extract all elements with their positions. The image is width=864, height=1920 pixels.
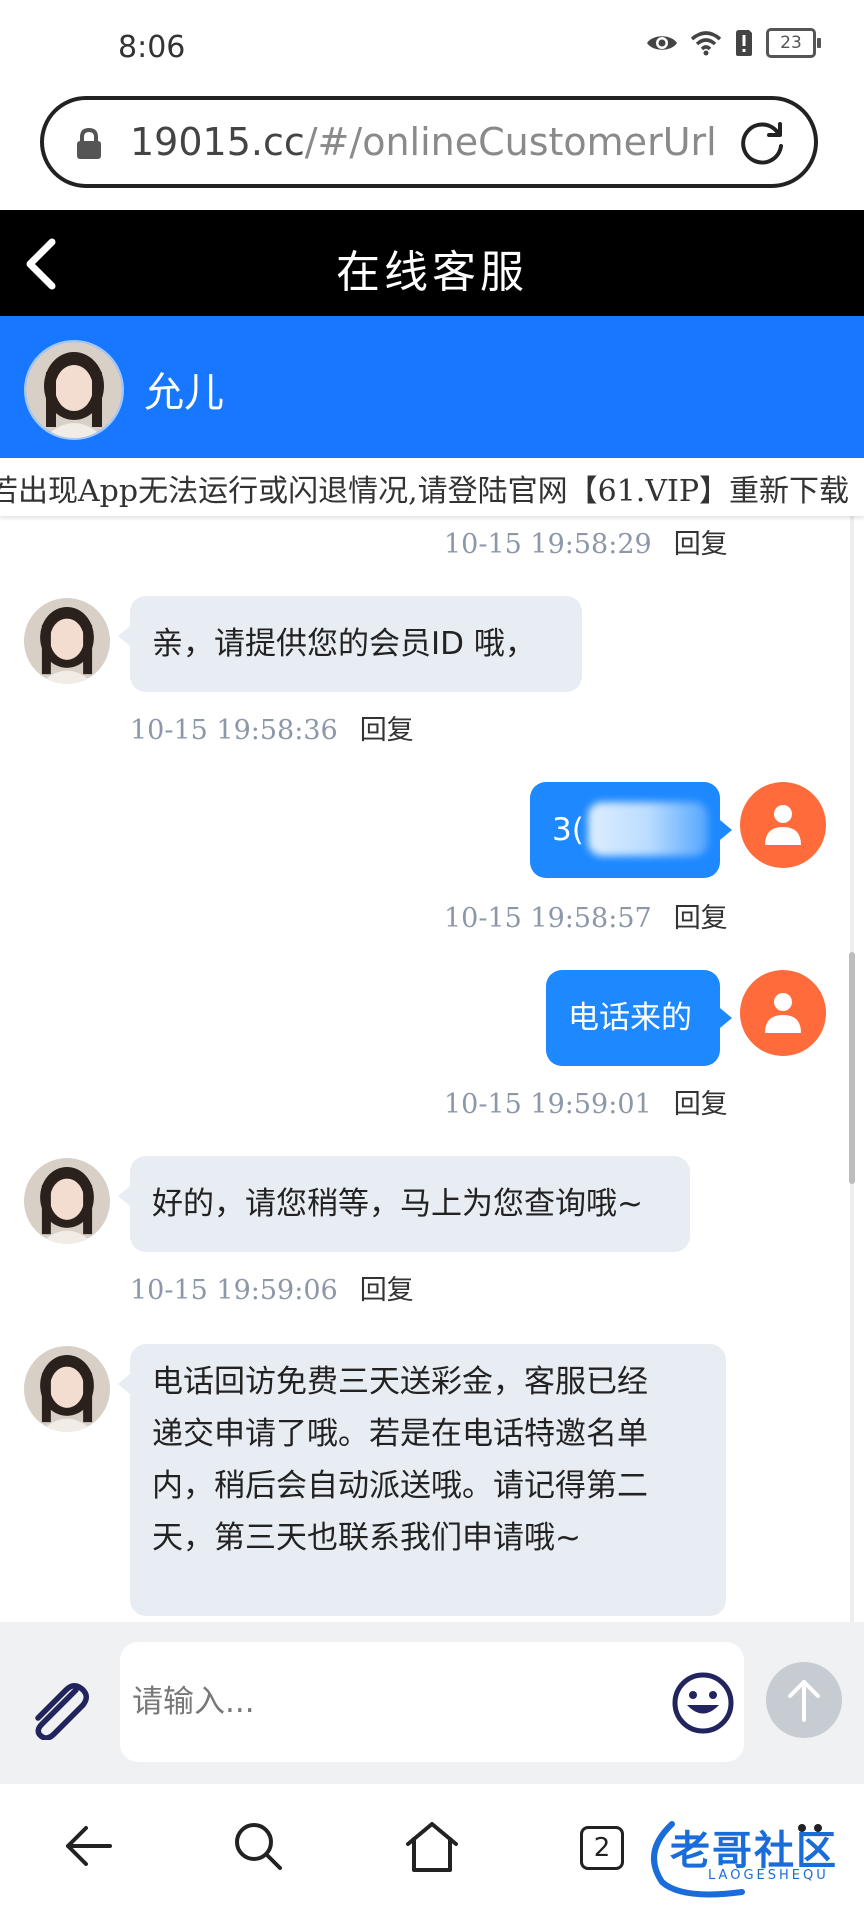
reply-button[interactable]: 回复	[360, 1275, 414, 1306]
redaction-blur	[588, 802, 708, 856]
message-time: 10-15 19:59:06	[130, 1275, 338, 1306]
agent-message-bubble: 亲，请提供您的会员ID 哦，	[118, 596, 582, 692]
watermark-logo: 老哥社区 LAOGESHEQU	[632, 1812, 860, 1898]
eye-icon	[647, 36, 677, 50]
status-time: 8:06	[118, 30, 186, 65]
url-host: 19015.cc	[130, 120, 305, 164]
tabs-button[interactable]: 2	[580, 1826, 624, 1870]
message-time: 10-15 19:58:57	[444, 903, 652, 934]
status-icons: 23	[646, 28, 821, 58]
agent-message-bubble: 好的，请您稍等，马上为您查询哦~	[118, 1156, 690, 1252]
sim-alert-icon	[736, 30, 752, 56]
user-message-text: 3(	[552, 812, 584, 848]
agent-avatar	[24, 1346, 110, 1432]
address-bar[interactable]: 19015.cc/#/onlineCustomerUrl	[40, 96, 818, 188]
message-time: 10-15 19:58:36	[130, 715, 338, 746]
message-line: 天，第三天也联系我们申请哦~	[152, 1520, 581, 1556]
nav-back-icon[interactable]	[62, 1820, 114, 1872]
reply-button[interactable]: 回复	[674, 1089, 728, 1120]
chat-area[interactable]: 10-15 19:58:29 回复 亲，请提供您的会员ID 哦， 10-15 19…	[0, 516, 864, 1622]
reply-button[interactable]: 回复	[674, 903, 728, 934]
message-meta: 10-15 19:59:01 回复	[444, 1082, 728, 1121]
reply-button[interactable]: 回复	[360, 715, 414, 746]
message-meta: 10-15 19:58:36 回复	[130, 708, 414, 747]
home-icon[interactable]	[404, 1820, 460, 1874]
agent-avatar	[24, 340, 124, 440]
agent-name: 允儿	[144, 370, 224, 416]
agent-message-bubble: 电话回访免费三天送彩金，客服已经 递交申请了哦。若是在电话特邀名单 内，稍后会自…	[118, 1344, 726, 1616]
browser-nav-bar: 2 老哥社区 LAOGESHEQU	[0, 1784, 864, 1920]
message-meta: 10-15 19:58:29 回复	[444, 522, 728, 561]
agent-header: 允儿	[0, 316, 864, 458]
message-time: 10-15 19:58:29	[444, 529, 652, 560]
page-header: 在线客服	[0, 210, 864, 316]
scrollbar-thumb[interactable]	[849, 952, 855, 1184]
message-composer	[0, 1622, 864, 1784]
send-button[interactable]	[766, 1662, 842, 1738]
notice-marquee: 若出现App无法运行或闪退情况,请登陆官网【61.VIP】重新下载	[0, 458, 864, 516]
user-message-bubble: 电话来的	[546, 970, 732, 1066]
page-title: 在线客服	[336, 247, 528, 298]
wifi-icon	[690, 31, 722, 56]
url-path: /#/onlineCustomerUrl	[304, 120, 717, 164]
search-icon[interactable]	[232, 1820, 284, 1872]
message-time: 10-15 19:59:01	[444, 1089, 652, 1120]
reload-icon[interactable]	[736, 118, 788, 170]
message-line: 内，稍后会自动派送哦。请记得第二	[152, 1468, 648, 1504]
message-line: 电话回访免费三天送彩金，客服已经	[152, 1364, 648, 1400]
message-input[interactable]	[120, 1642, 744, 1762]
url-text[interactable]: 19015.cc/#/onlineCustomerUrl	[130, 120, 717, 164]
message-meta: 10-15 19:58:57 回复	[444, 896, 728, 935]
battery-indicator: 23	[766, 28, 821, 58]
arrow-up-icon	[788, 1680, 820, 1722]
watermark-subtext: LAOGESHEQU	[708, 1868, 829, 1883]
emoji-icon[interactable]	[672, 1672, 734, 1734]
lock-icon	[77, 128, 101, 159]
paperclip-icon[interactable]	[26, 1680, 92, 1740]
user-avatar	[740, 782, 826, 868]
reply-button[interactable]: 回复	[674, 529, 728, 560]
user-avatar	[740, 970, 826, 1056]
agent-avatar	[24, 598, 110, 684]
message-line: 递交申请了哦。若是在电话特邀名单	[152, 1416, 648, 1452]
agent-avatar	[24, 1158, 110, 1244]
status-bar: 8:06 23	[0, 0, 864, 96]
message-meta: 10-15 19:59:06 回复	[130, 1268, 414, 1307]
notice-text: 若出现App无法运行或闪退情况,请登陆官网【61.VIP】重新下载	[0, 474, 850, 509]
user-message-bubble: 3(	[530, 782, 732, 878]
